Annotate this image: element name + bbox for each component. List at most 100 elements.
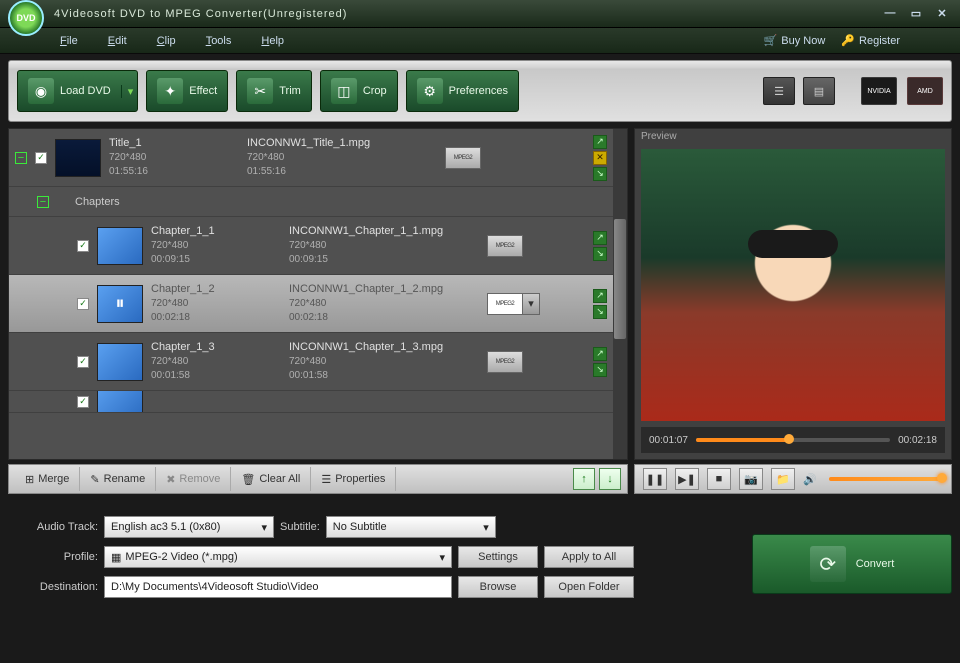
remove-button[interactable]: ✖Remove: [156, 467, 231, 491]
browse-button[interactable]: Browse: [458, 576, 538, 598]
title-row[interactable]: − ✓ Title_1720*48001:55:16 INCONNW1_Titl…: [9, 129, 627, 187]
chapter-checkbox[interactable]: ✓: [77, 298, 89, 310]
effect-icon: ✦: [157, 78, 183, 104]
open-snapshot-folder-button[interactable]: 📁: [771, 468, 795, 490]
preview-screen: [641, 149, 945, 421]
key-icon: 🔑: [841, 34, 855, 47]
format-badge: MPEG2: [487, 293, 523, 315]
preview-panel: Preview 00:01:07 00:02:18: [634, 128, 952, 460]
trim-button[interactable]: ✂Trim: [236, 70, 312, 112]
apply-to-all-button[interactable]: Apply to All: [544, 546, 634, 568]
chapter-checkbox[interactable]: ✓: [77, 240, 89, 252]
move-down-button[interactable]: ↘: [593, 305, 607, 319]
amd-badge: AMD: [907, 77, 943, 105]
seek-track[interactable]: [696, 438, 890, 442]
chapter-thumbnail: [97, 227, 143, 265]
menu-tools[interactable]: Tools: [206, 35, 232, 47]
toolbar: ◉Load DVD▾ ✦Effect ✂Trim ◫Crop ⚙Preferen…: [8, 60, 952, 122]
close-button[interactable]: ✕: [932, 7, 952, 21]
move-up-button[interactable]: ↗: [593, 289, 607, 303]
gear-icon: ⚙: [417, 78, 443, 104]
crop-icon: ◫: [331, 78, 357, 104]
merge-button[interactable]: ⊞Merge: [15, 467, 80, 491]
step-button[interactable]: ▶❚: [675, 468, 699, 490]
profile-select[interactable]: ▦MPEG-2 Video (*.mpg)▾: [104, 546, 452, 568]
collapse-chapters-icon[interactable]: −: [37, 196, 49, 208]
move-up-button[interactable]: ↗: [593, 347, 607, 361]
stop-button[interactable]: ■: [707, 468, 731, 490]
menu-clip[interactable]: Clip: [157, 35, 176, 47]
menubar: File Edit Clip Tools Help 🛒Buy Now 🔑Regi…: [0, 28, 960, 54]
effect-button[interactable]: ✦Effect: [146, 70, 228, 112]
app-logo-icon: DVD: [8, 0, 44, 36]
chapter-thumbnail: ⏸: [97, 285, 143, 323]
move-up-button[interactable]: ↗: [593, 231, 607, 245]
buy-now-link[interactable]: 🛒Buy Now: [764, 34, 826, 47]
scissors-icon: ✂: [247, 78, 273, 104]
volume-slider[interactable]: [829, 477, 943, 481]
chapter-checkbox[interactable]: ✓: [77, 356, 89, 368]
collapse-icon[interactable]: −: [15, 152, 27, 164]
register-link[interactable]: 🔑Register: [841, 34, 900, 47]
open-folder-button[interactable]: Open Folder: [544, 576, 634, 598]
move-down-button[interactable]: ↘: [593, 167, 607, 181]
current-time: 00:01:07: [649, 435, 688, 446]
settings-panel: Audio Track: English ac3 5.1 (0x80)▾ Sub…: [8, 516, 738, 606]
chapter-thumbnail: [97, 343, 143, 381]
clear-all-button[interactable]: 🗑Clear All: [231, 467, 311, 491]
load-dvd-button[interactable]: ◉Load DVD▾: [17, 70, 138, 112]
clear-icon: 🗑: [241, 473, 255, 486]
destination-label: Destination:: [8, 581, 98, 593]
crop-button[interactable]: ◫Crop: [320, 70, 398, 112]
chapter-row[interactable]: ✓: [9, 391, 627, 413]
move-down-button[interactable]: ↘: [593, 363, 607, 377]
convert-icon: ⟳: [810, 546, 846, 582]
properties-button[interactable]: ☰Properties: [311, 467, 396, 491]
menu-edit[interactable]: Edit: [108, 35, 127, 47]
merge-icon: ⊞: [25, 473, 34, 486]
load-dropdown-icon[interactable]: ▾: [121, 85, 134, 98]
menu-help[interactable]: Help: [261, 35, 284, 47]
audio-track-select[interactable]: English ac3 5.1 (0x80)▾: [104, 516, 274, 538]
file-list: − ✓ Title_1720*48001:55:16 INCONNW1_Titl…: [8, 128, 628, 460]
move-down-button[interactable]: ↘: [593, 247, 607, 261]
remove-row-button[interactable]: ✕: [593, 151, 607, 165]
convert-button[interactable]: ⟳ Convert: [752, 534, 952, 594]
scrollbar[interactable]: [613, 129, 627, 459]
chapters-group-row[interactable]: − Chapters: [9, 187, 627, 217]
pause-button[interactable]: ❚❚: [643, 468, 667, 490]
chevron-down-icon: ▾: [439, 551, 445, 564]
action-bar: ⊞Merge ✎Rename ✖Remove 🗑Clear All ☰Prope…: [8, 464, 628, 494]
move-up-button[interactable]: ↗: [593, 135, 607, 149]
view-detail-button[interactable]: ▤: [803, 77, 835, 105]
minimize-button[interactable]: —: [880, 7, 900, 21]
rename-button[interactable]: ✎Rename: [80, 467, 156, 491]
format-dropdown[interactable]: ▾: [522, 293, 540, 315]
destination-input[interactable]: D:\My Documents\4Videosoft Studio\Video: [104, 576, 452, 598]
view-list-button[interactable]: ☰: [763, 77, 795, 105]
menu-file[interactable]: File: [60, 35, 78, 47]
move-up-list-button[interactable]: ↑: [573, 468, 595, 490]
seek-knob[interactable]: [784, 434, 794, 444]
remove-icon: ✖: [166, 473, 175, 486]
format-badge: MPEG2: [445, 147, 481, 169]
title-checkbox[interactable]: ✓: [35, 152, 47, 164]
preferences-button[interactable]: ⚙Preferences: [406, 70, 519, 112]
chapter-row[interactable]: ✓ Chapter_1_3720*48000:01:58 INCONNW1_Ch…: [9, 333, 627, 391]
maximize-button[interactable]: ▭: [906, 7, 926, 21]
time-bar: 00:01:07 00:02:18: [641, 427, 945, 453]
move-down-list-button[interactable]: ↓: [599, 468, 621, 490]
scrollbar-thumb[interactable]: [614, 219, 626, 339]
subtitle-label: Subtitle:: [280, 521, 320, 533]
snapshot-button[interactable]: 📷: [739, 468, 763, 490]
audio-track-label: Audio Track:: [8, 521, 98, 533]
format-badge: MPEG2: [487, 235, 523, 257]
total-time: 00:02:18: [898, 435, 937, 446]
settings-button[interactable]: Settings: [458, 546, 538, 568]
profile-icon: ▦: [111, 551, 121, 564]
chapter-checkbox[interactable]: ✓: [77, 396, 89, 408]
chapter-row[interactable]: ✓ Chapter_1_1720*48000:09:15 INCONNW1_Ch…: [9, 217, 627, 275]
chapter-row-selected[interactable]: ✓ ⏸ Chapter_1_2720*48000:02:18 INCONNW1_…: [9, 275, 627, 333]
subtitle-select[interactable]: No Subtitle▾: [326, 516, 496, 538]
volume-knob[interactable]: [937, 473, 947, 483]
